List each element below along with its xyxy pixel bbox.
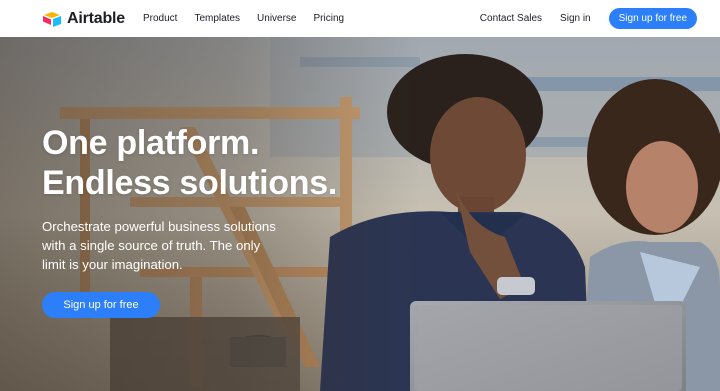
nav-signup-button[interactable]: Sign up for free bbox=[608, 8, 697, 29]
airtable-logo[interactable]: Airtable bbox=[42, 10, 125, 28]
nav-link-product[interactable]: Product bbox=[143, 13, 177, 24]
brand-name: Airtable bbox=[67, 9, 125, 27]
hero-section: One platform. Endless solutions. Orchest… bbox=[0, 37, 720, 391]
hero-content: One platform. Endless solutions. Orchest… bbox=[42, 123, 382, 318]
hero-headline-line-1: One platform. bbox=[42, 124, 260, 162]
nav-right: Contact Sales Sign in Sign up for free bbox=[480, 8, 697, 29]
hero-subtext: Orchestrate powerful business solutions … bbox=[42, 219, 276, 272]
hero-headline: One platform. Endless solutions. bbox=[42, 123, 382, 203]
contact-sales-link[interactable]: Contact Sales bbox=[480, 13, 542, 24]
nav-link-templates[interactable]: Templates bbox=[194, 13, 240, 24]
top-nav: Airtable Product Templates Universe Pric… bbox=[0, 0, 720, 37]
nav-link-universe[interactable]: Universe bbox=[257, 13, 296, 24]
airtable-logo-icon bbox=[43, 11, 61, 27]
sign-in-link[interactable]: Sign in bbox=[560, 13, 591, 24]
nav-links: Product Templates Universe Pricing bbox=[143, 13, 361, 24]
hero-headline-line-2: Endless solutions. bbox=[42, 164, 337, 202]
hero-signup-button[interactable]: Sign up for free bbox=[42, 292, 160, 318]
nav-link-pricing[interactable]: Pricing bbox=[314, 13, 345, 24]
